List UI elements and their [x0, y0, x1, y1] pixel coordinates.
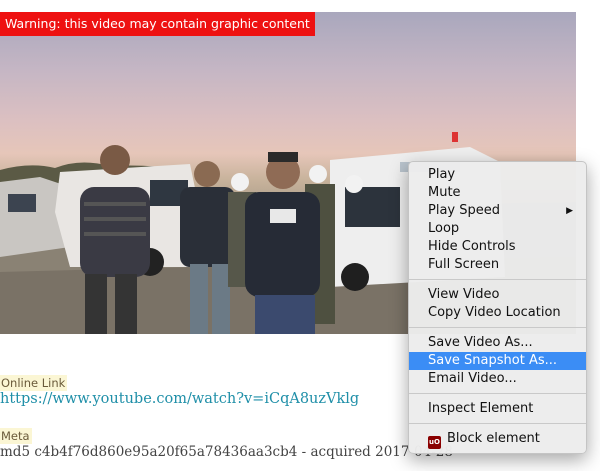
menu-item-play-speed[interactable]: Play Speed ▶: [409, 202, 586, 220]
meta-label: Meta: [0, 428, 32, 444]
video-context-menu: Play Mute Play Speed ▶ Loop Hide Control…: [408, 161, 587, 454]
menu-item-full-screen[interactable]: Full Screen: [409, 256, 586, 274]
graphic-content-warning: Warning: this video may contain graphic …: [0, 12, 315, 36]
menu-item-label: Copy Video Location: [428, 305, 561, 320]
menu-item-loop[interactable]: Loop: [409, 220, 586, 238]
menu-item-block-element[interactable]: uO Block element: [409, 430, 586, 449]
menu-item-save-snapshot-as[interactable]: Save Snapshot As...: [409, 352, 586, 370]
online-link-label: Online Link: [0, 375, 68, 391]
menu-item-label: Block element: [447, 431, 540, 446]
menu-item-label: Play: [428, 167, 456, 182]
menu-item-hide-controls[interactable]: Hide Controls: [409, 238, 586, 256]
menu-separator: [409, 279, 586, 280]
menu-item-copy-video-location[interactable]: Copy Video Location: [409, 304, 586, 322]
menu-item-save-video-as[interactable]: Save Video As...: [409, 334, 586, 352]
menu-item-label: View Video: [428, 287, 500, 302]
meta-value: md5 c4b4f76d860e95a20f65a78436aa3cb4 - a…: [0, 444, 453, 460]
menu-item-label: Inspect Element: [428, 401, 534, 416]
menu-separator: [409, 393, 586, 394]
menu-item-label: Save Snapshot As...: [428, 353, 558, 368]
online-link-url[interactable]: https://www.youtube.com/watch?v=iCqA8uzV…: [0, 391, 359, 407]
menu-item-email-video[interactable]: Email Video...: [409, 370, 586, 388]
menu-item-label: Hide Controls: [428, 239, 516, 254]
menu-item-play[interactable]: Play: [409, 166, 586, 184]
menu-item-mute[interactable]: Mute: [409, 184, 586, 202]
menu-item-inspect-element[interactable]: Inspect Element: [409, 400, 586, 418]
menu-item-label: Email Video...: [428, 371, 517, 386]
submenu-arrow-icon: ▶: [566, 206, 573, 216]
ublock-icon: uO: [428, 436, 441, 449]
menu-item-label: Save Video As...: [428, 335, 533, 350]
menu-item-label: Loop: [428, 221, 460, 236]
menu-item-label: Play Speed: [428, 203, 500, 218]
menu-separator: [409, 327, 586, 328]
menu-item-label: Mute: [428, 185, 461, 200]
menu-item-label: Full Screen: [428, 257, 500, 272]
menu-separator: [409, 423, 586, 424]
menu-item-view-video[interactable]: View Video: [409, 286, 586, 304]
